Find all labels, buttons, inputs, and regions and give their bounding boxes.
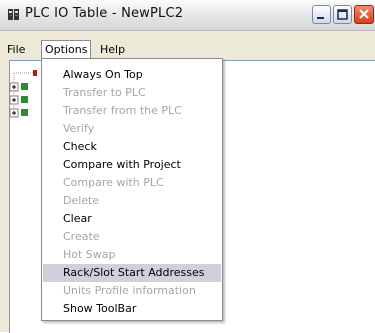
expand-icon [9,108,28,118]
options-dropdown-menu: Always On Top Transfer to PLC Transfer f… [41,58,223,321]
expand-icon [9,95,28,105]
menu-item-compare-with-plc: Compare with PLC [63,176,164,189]
close-button[interactable] [354,5,374,24]
menu-item-always-on-top[interactable]: Always On Top [43,66,221,84]
menu-item-delete: Delete [63,194,100,207]
menu-item-hot-swap: Hot Swap [63,248,116,261]
menu-item-show-toolbar[interactable]: Show ToolBar [43,300,221,318]
menu-item-compare-with-project[interactable]: Compare with Project [43,156,221,174]
menu-item-transfer-from-plc: Transfer from the PLC [63,104,182,117]
menu-item-create: Create [63,230,100,243]
expand-icon [9,82,28,92]
close-icon [359,9,369,19]
menu-item-rack-slot-start-addresses[interactable]: Rack/Slot Start Addresses [43,264,221,282]
menu-item-check[interactable]: Check [43,138,221,156]
menu-item-clear[interactable]: Clear [43,210,221,228]
title-bar[interactable]: PLC IO Table - NewPLC2 [0,0,375,31]
minimize-icon [317,17,324,19]
minimize-button[interactable] [312,5,331,24]
menu-help[interactable]: Help [97,40,128,59]
menu-item-units-profile-information: Units Profile information [63,284,196,297]
maximize-button[interactable] [333,5,352,24]
menu-bar: File Options Help [0,40,375,59]
window-title: PLC IO Table - NewPLC2 [25,6,184,21]
plc-io-table-window: PLC IO Table - NewPLC2 File Options Help [0,0,375,333]
menu-item-verify: Verify [63,122,95,135]
menu-file[interactable]: File [4,40,28,59]
menu-item-transfer-to-plc: Transfer to PLC [63,86,146,99]
plc-app-icon [7,8,21,22]
menu-options[interactable]: Options [41,40,92,59]
